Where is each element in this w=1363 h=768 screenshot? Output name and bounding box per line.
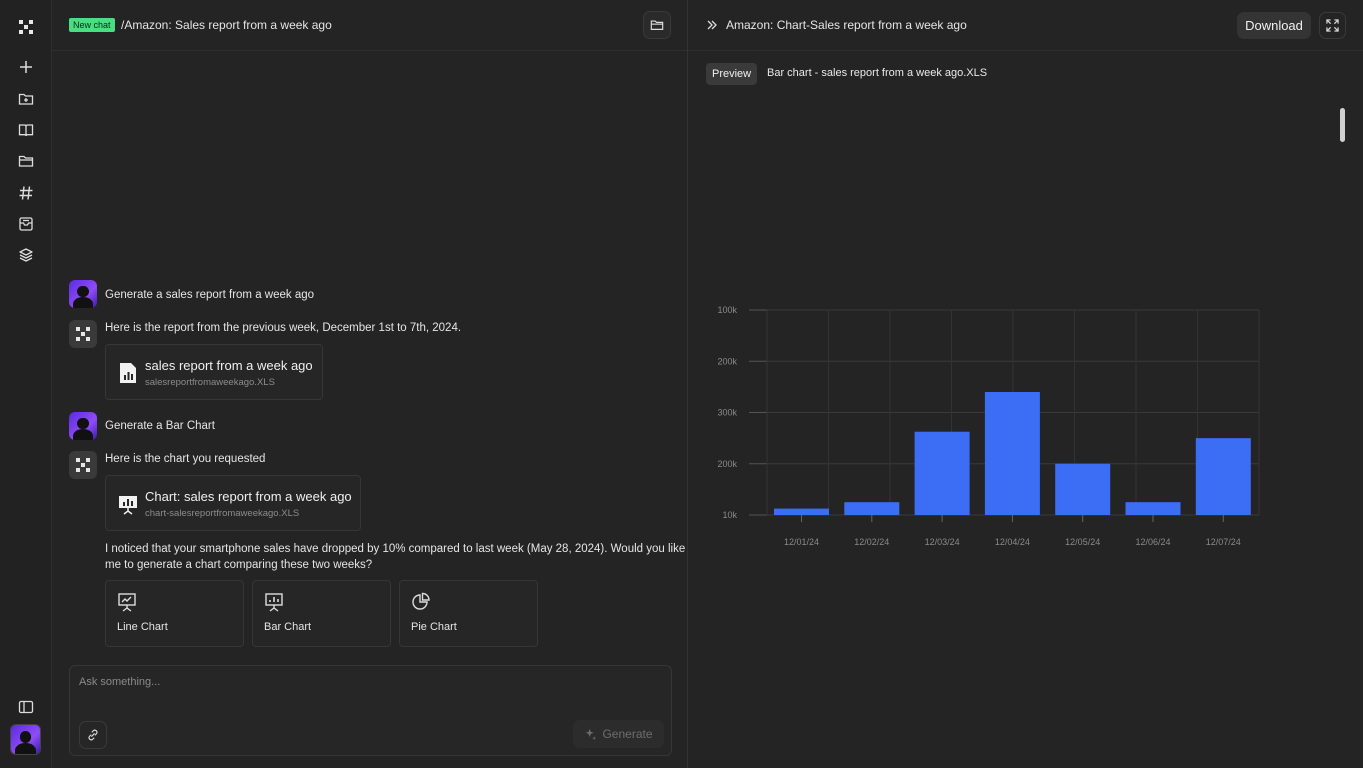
option-label: Line Chart xyxy=(117,621,168,633)
download-button[interactable]: Download xyxy=(1237,12,1311,39)
y-tick-label: 10k xyxy=(722,510,737,520)
line-chart-option[interactable]: Line Chart xyxy=(105,580,244,647)
user-avatar xyxy=(69,412,97,440)
folder-icon xyxy=(650,20,664,30)
message-text: Generate a Bar Chart xyxy=(105,420,215,432)
x-tick-label: 12/02/24 xyxy=(854,537,889,547)
plus-icon[interactable] xyxy=(14,55,38,79)
file-name: sales report from a week ago xyxy=(145,358,313,373)
bar xyxy=(984,392,1040,515)
x-tick-label: 12/05/24 xyxy=(1065,537,1100,547)
followup-line: me to generate a chart comparing these t… xyxy=(105,559,373,571)
preview-tab[interactable]: Preview xyxy=(706,63,758,85)
inbox-icon[interactable] xyxy=(14,212,38,236)
bar-chart: 100k 200k 300k 200k 10k 12/01/24 12/02/24 12/03… xyxy=(717,305,1260,547)
message-text: Generate a sales report from a week ago xyxy=(105,289,315,301)
preview-file-name: Bar chart - sales report from a week ago… xyxy=(767,67,988,79)
attach-button[interactable] xyxy=(79,721,107,749)
pie-chart-icon xyxy=(412,592,430,610)
x-tick-label: 12/04/24 xyxy=(995,537,1030,547)
generate-button[interactable]: Generate xyxy=(573,720,664,748)
file-name: Chart: sales report from a week ago xyxy=(145,489,352,504)
file-filename: salesreportfromaweekago.XLS xyxy=(145,377,275,388)
composer-input[interactable]: Ask something... xyxy=(79,676,160,688)
chat-header: New chat /Amazon: Sales report from a we… xyxy=(52,0,687,51)
fullscreen-button[interactable] xyxy=(1319,12,1346,39)
scrollbar-thumb[interactable] xyxy=(1340,108,1345,142)
link-icon xyxy=(88,729,98,741)
user-avatar[interactable] xyxy=(10,724,41,755)
bar xyxy=(844,502,900,515)
y-tick-label: 200k xyxy=(717,459,737,469)
x-tick-label: 12/03/24 xyxy=(925,537,960,547)
preview-title: Amazon: Chart-Sales report from a week a… xyxy=(726,18,967,32)
user-avatar xyxy=(69,280,97,308)
layers-icon[interactable] xyxy=(14,243,38,267)
apps-grid-icon[interactable] xyxy=(14,15,38,39)
chat-panel: New chat /Amazon: Sales report from a we… xyxy=(52,0,688,768)
x-tick-label: 12/01/24 xyxy=(784,537,819,547)
y-tick-label: 100k xyxy=(717,305,737,315)
option-label: Pie Chart xyxy=(411,621,457,633)
new-chat-badge: New chat xyxy=(69,18,115,32)
bar xyxy=(1195,438,1251,515)
file-attachment-card[interactable]: sales report from a week ago salesreport… xyxy=(105,344,323,400)
folder-add-icon[interactable] xyxy=(14,87,38,111)
followup-line: I noticed that your smartphone sales hav… xyxy=(105,543,686,555)
bar-chart-icon xyxy=(265,593,283,612)
preview-panel: Amazon: Chart-Sales report from a week a… xyxy=(689,0,1363,768)
bar xyxy=(914,431,970,515)
pie-chart-option[interactable]: Pie Chart xyxy=(399,580,538,647)
generate-label: Generate xyxy=(602,727,653,741)
hashtag-icon[interactable] xyxy=(14,181,38,205)
message-text: Here is the chart you requested xyxy=(105,453,266,465)
y-tick-label: 200k xyxy=(717,356,737,366)
x-tick-label: 12/07/24 xyxy=(1206,537,1241,547)
folder-icon[interactable] xyxy=(14,149,38,173)
assistant-logo-icon xyxy=(76,458,90,472)
assistant-avatar xyxy=(69,320,97,348)
open-folder-button[interactable] xyxy=(643,11,671,39)
bar xyxy=(1125,502,1181,515)
bar xyxy=(1055,463,1111,515)
sidebar-toggle-icon[interactable] xyxy=(14,695,38,719)
file-filename: chart-salesreportfromaweekago.XLS xyxy=(145,508,300,519)
bar xyxy=(774,508,829,515)
preview-header: Amazon: Chart-Sales report from a week a… xyxy=(689,0,1363,51)
chat-title: /Amazon: Sales report from a week ago xyxy=(121,18,332,32)
assistant-avatar xyxy=(69,451,97,479)
x-tick-label: 12/06/24 xyxy=(1135,537,1170,547)
line-chart-icon xyxy=(118,593,136,612)
chart-attachment-card[interactable]: Chart: sales report from a week ago char… xyxy=(105,475,361,531)
sparkle-icon xyxy=(586,728,597,740)
option-label: Bar Chart xyxy=(264,621,312,633)
icon-rail xyxy=(0,0,52,768)
followup-message: I noticed that your smartphone sales hav… xyxy=(105,541,685,573)
bar-chart-option[interactable]: Bar Chart xyxy=(252,580,391,647)
y-tick-label: 300k xyxy=(717,408,737,418)
expand-icon xyxy=(1326,19,1339,32)
double-chevron-right-icon[interactable] xyxy=(706,19,718,31)
message-composer[interactable]: Ask something... Generate xyxy=(69,665,672,756)
presentation-chart-icon xyxy=(119,496,137,515)
assistant-logo-icon xyxy=(76,327,90,341)
document-chart-icon xyxy=(120,363,136,383)
book-icon[interactable] xyxy=(14,118,38,142)
message-text: Here is the report from the previous wee… xyxy=(105,322,462,334)
